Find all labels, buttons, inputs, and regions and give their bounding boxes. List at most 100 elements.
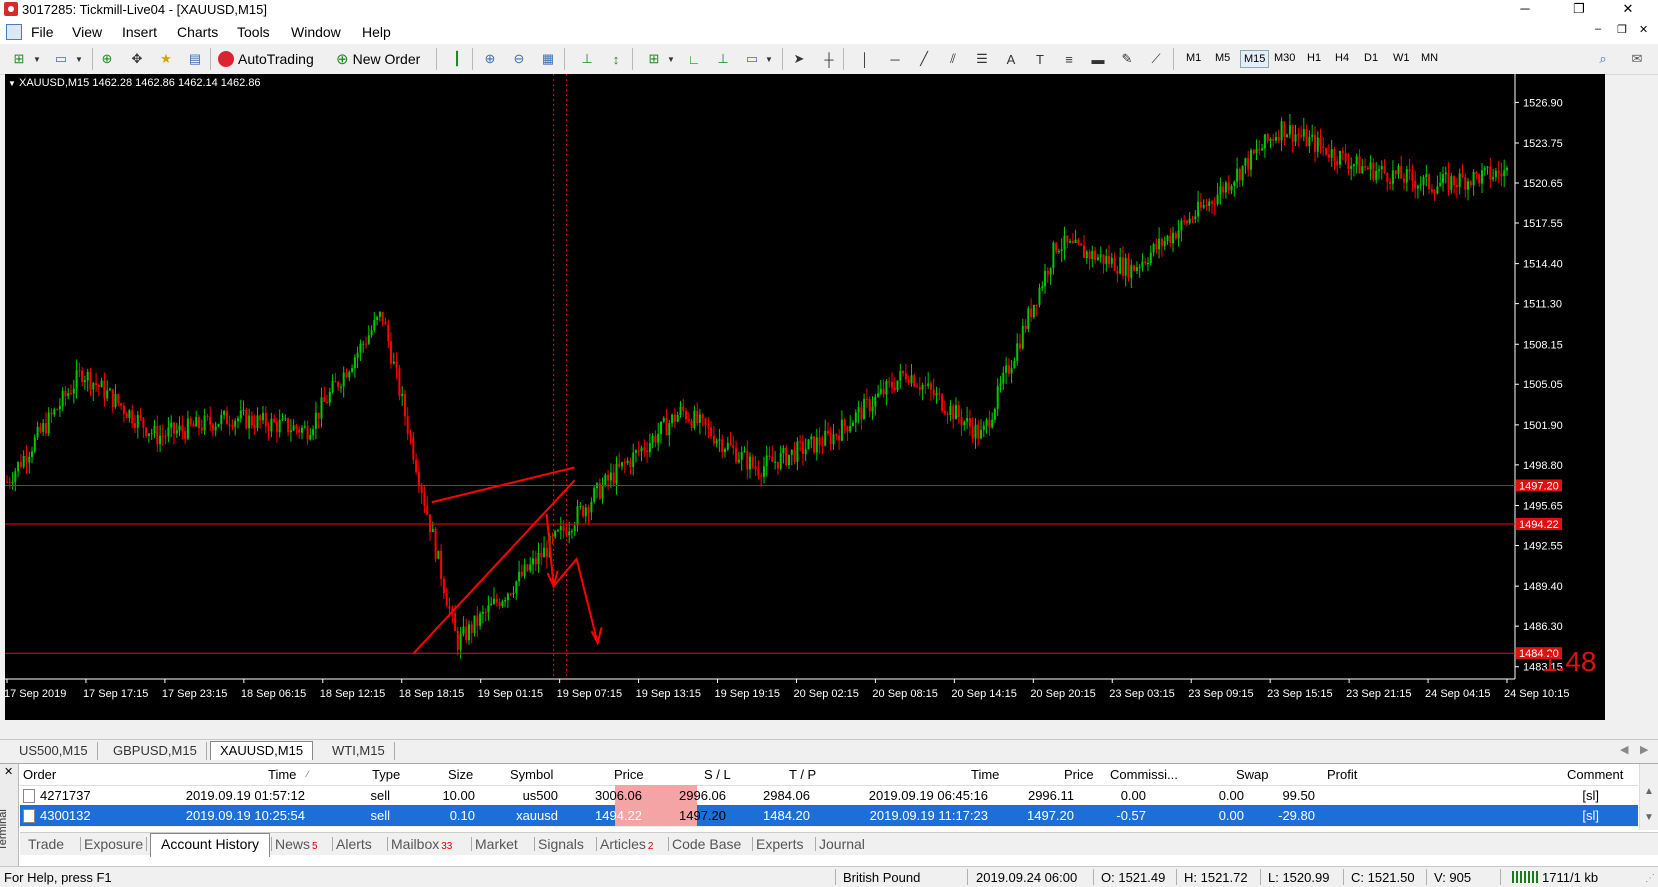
terminal-tab-experts[interactable]: Experts — [756, 836, 803, 852]
profiles-icon[interactable]: ▭ — [52, 50, 70, 68]
trendline-icon[interactable]: ╱ — [915, 50, 933, 68]
objects-icon[interactable]: ✎ — [1118, 50, 1136, 68]
timeframe-h1[interactable]: H1 — [1304, 50, 1324, 66]
column-price[interactable]: Price — [614, 767, 644, 782]
minimize-button[interactable]: ─ — [1502, 0, 1548, 20]
navigator-icon[interactable]: ✥ — [128, 50, 146, 68]
column-close-time[interactable]: Time — [971, 767, 999, 782]
terminal-tab-account-history[interactable]: Account History — [150, 833, 271, 857]
terminal-tab-market[interactable]: Market — [475, 836, 518, 852]
tab-scroll-right-icon[interactable]: ▶ — [1640, 743, 1648, 756]
chart-tab-us500[interactable]: US500,M15 — [10, 742, 98, 760]
new-order-button[interactable]: ⊕ New Order — [336, 48, 420, 70]
chart-tab-gbpusd[interactable]: GBPUSD,M15 — [104, 742, 207, 760]
status-profile[interactable]: British Pound — [843, 870, 920, 885]
column-size[interactable]: Size — [448, 767, 473, 782]
column-comment[interactable]: Comment — [1567, 767, 1623, 782]
text-label-icon[interactable]: T — [1031, 50, 1049, 68]
mdi-minimize-icon[interactable]: – — [1595, 23, 1601, 35]
price-chart[interactable]: 1497.20 1494.22 1484.20 1526.90 1523.75 1520.… — [5, 74, 1605, 720]
terminal-tab-trade[interactable]: Trade — [28, 836, 64, 852]
dropdown-arrow-icon[interactable]: ▼ — [662, 50, 680, 68]
rectangle-icon[interactable]: ▬ — [1089, 50, 1107, 68]
menu-insert[interactable]: Insert — [122, 24, 157, 40]
grid-icon[interactable]: ⊥ — [714, 50, 732, 68]
search-icon[interactable]: ⌕ — [1594, 50, 1612, 68]
table-row[interactable]: 4300132 2019.09.19 10:25:54 sell 0.10 xauusd… — [20, 805, 1638, 827]
chart-tab-wti[interactable]: WTI,M15 — [323, 742, 395, 760]
column-type[interactable]: Type — [372, 767, 400, 782]
terminal-tab-exposure[interactable]: Exposure — [84, 836, 143, 852]
templates-icon[interactable]: ▭ — [743, 50, 761, 68]
column-close-price[interactable]: Price — [1064, 767, 1094, 782]
zoom-out-icon[interactable]: ⊖ — [510, 50, 528, 68]
bar-chart-icon[interactable]: ┃ — [448, 50, 466, 68]
chart-tab-xauusd[interactable]: XAUUSD,M15 — [210, 741, 314, 760]
chart-collapse-icon[interactable]: ▼ — [8, 79, 16, 88]
column-swap[interactable]: Swap — [1236, 767, 1269, 782]
menu-file[interactable]: File — [31, 24, 54, 40]
chart-shift-icon[interactable]: ⊥ — [578, 50, 596, 68]
chart-canvas[interactable]: 1497.201494.221484.201526.901523.751520.… — [5, 74, 1605, 720]
mdi-close-icon[interactable]: ✕ — [1639, 23, 1648, 36]
market-watch-icon[interactable]: ⊕ — [98, 50, 116, 68]
column-profit[interactable]: Profit — [1327, 767, 1357, 782]
favorites-icon[interactable]: ★ — [157, 50, 175, 68]
mdi-restore-icon[interactable]: ❐ — [1617, 23, 1627, 36]
column-open-time[interactable]: Time — [268, 767, 296, 782]
menu-window[interactable]: Window — [291, 24, 341, 40]
document-icon[interactable] — [6, 24, 22, 40]
autotrading-button[interactable]: AutoTrading — [218, 48, 314, 70]
table-row[interactable]: 4271737 2019.09.19 01:57:12 sell 10.00 us500… — [20, 785, 1638, 807]
terminal-tab-signals[interactable]: Signals — [538, 836, 584, 852]
column-commission[interactable]: Commissi... — [1110, 767, 1178, 782]
restore-button[interactable]: ❐ — [1556, 0, 1602, 20]
menu-view[interactable]: View — [72, 24, 102, 40]
close-button[interactable]: ✕ — [1605, 0, 1651, 20]
connection-status-icon[interactable] — [1512, 871, 1538, 883]
timeframe-m5[interactable]: M5 — [1212, 50, 1233, 66]
menu-tools[interactable]: Tools — [237, 24, 270, 40]
timeframe-h4[interactable]: H4 — [1332, 50, 1352, 66]
timeframe-m30[interactable]: M30 — [1271, 50, 1298, 66]
scroll-up-icon[interactable]: ▲ — [1644, 786, 1654, 797]
terminal-tab-news[interactable]: News 5 — [275, 836, 318, 852]
terminal-scrollbar[interactable]: ▲ ▼ — [1639, 764, 1658, 830]
zoom-in-icon[interactable]: ⊕ — [481, 50, 499, 68]
scroll-down-icon[interactable]: ▼ — [1644, 812, 1654, 823]
menu-help[interactable]: Help — [362, 24, 391, 40]
fibonacci-icon[interactable]: ☰ — [973, 50, 991, 68]
timeframe-mn[interactable]: MN — [1418, 50, 1441, 66]
horizontal-line-icon[interactable]: ─ — [886, 50, 904, 68]
timeframe-m1[interactable]: M1 — [1183, 50, 1204, 66]
terminal-close-icon[interactable]: ✕ — [4, 765, 13, 778]
cursor-icon[interactable]: ➤ — [790, 50, 808, 68]
vertical-line-icon[interactable]: │ — [856, 50, 874, 68]
tile-windows-icon[interactable]: ▦ — [539, 50, 557, 68]
timeframe-w1[interactable]: W1 — [1390, 50, 1413, 66]
timeframe-d1[interactable]: D1 — [1361, 50, 1381, 66]
column-order[interactable]: Order — [23, 767, 56, 782]
autoscroll-icon[interactable]: ↕ — [607, 50, 625, 68]
chat-icon[interactable]: ✉ — [1628, 50, 1646, 68]
terminal-tab-articles[interactable]: Articles 2 — [600, 836, 653, 852]
dropdown-arrow-icon[interactable]: ▼ — [70, 50, 88, 68]
tab-scroll-left-icon[interactable]: ◀ — [1620, 743, 1628, 756]
column-symbol[interactable]: Symbol — [510, 767, 553, 782]
column-tp[interactable]: T / P — [789, 767, 816, 782]
dropdown-arrow-icon[interactable]: ▼ — [760, 50, 778, 68]
terminal-tab-mailbox[interactable]: Mailbox 33 — [391, 836, 452, 852]
terminal-tab-alerts[interactable]: Alerts — [336, 836, 372, 852]
indicators-icon[interactable]: ⊞ — [645, 50, 663, 68]
terminal-panel-icon[interactable]: ▤ — [186, 50, 204, 68]
column-sl[interactable]: S / L — [704, 767, 731, 782]
fibo-fan-icon[interactable]: ≡ — [1060, 50, 1078, 68]
new-chart-icon[interactable]: ⊞ — [10, 50, 28, 68]
timeframe-m15[interactable]: M15 — [1240, 50, 1270, 68]
terminal-tab-journal[interactable]: Journal — [819, 836, 865, 852]
text-icon[interactable]: A — [1002, 50, 1020, 68]
equidistant-channel-icon[interactable]: ⫽ — [944, 50, 962, 68]
menu-charts[interactable]: Charts — [177, 24, 218, 40]
terminal-tab-code-base[interactable]: Code Base — [672, 836, 741, 852]
dropdown-arrow-icon[interactable]: ▼ — [28, 50, 46, 68]
